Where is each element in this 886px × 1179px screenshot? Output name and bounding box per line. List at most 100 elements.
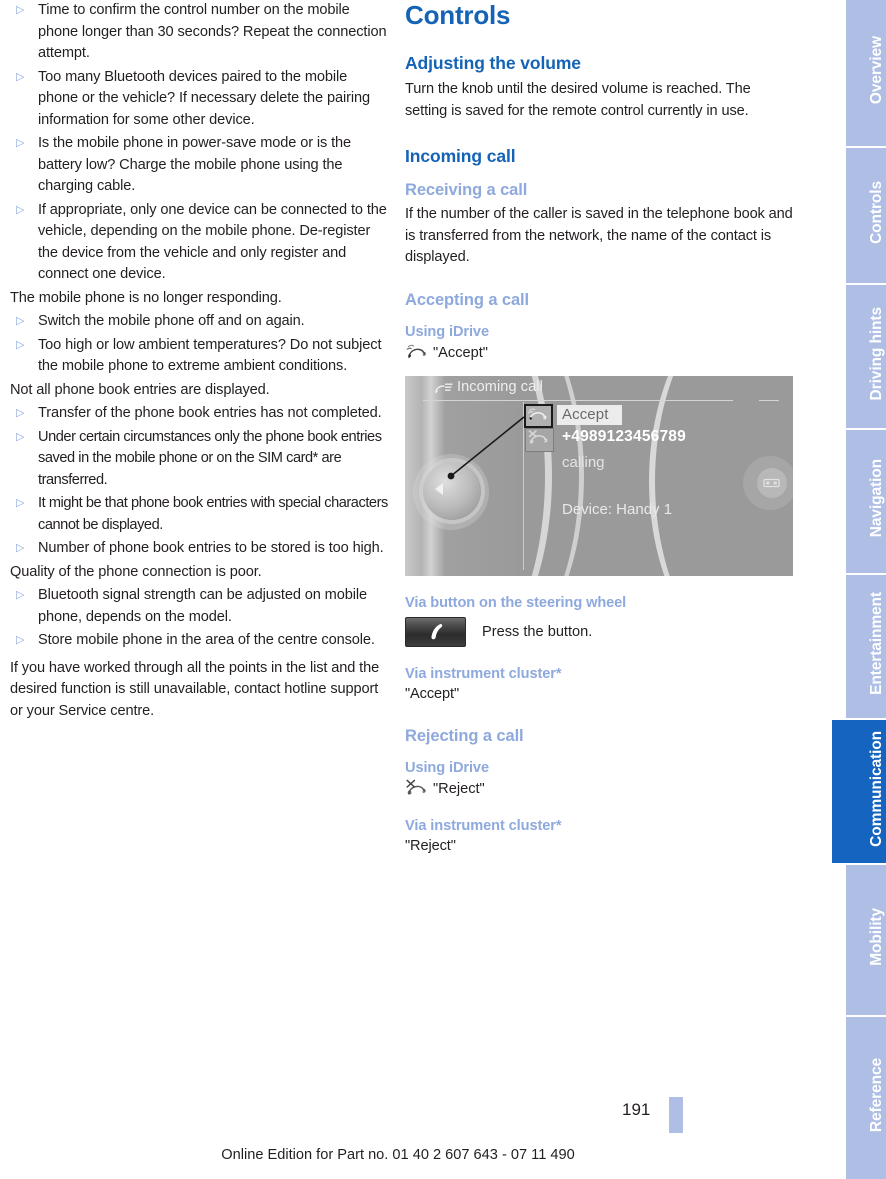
list-item-text: Number of phone book entries to be store… <box>38 540 384 556</box>
idrive-accept-label: "Accept" <box>433 344 488 361</box>
list-item-text: Bluetooth signal strength can be adjuste… <box>38 587 367 625</box>
list-item: ▷ If appropriate, only one device can be… <box>10 200 388 286</box>
sidebar-tab-label: Mobility <box>868 908 885 966</box>
paragraph: Quality of the phone connection is poor. <box>10 563 262 580</box>
sidebar-tab-controls[interactable]: Controls <box>846 148 886 283</box>
idrive-reject-label: "Reject" <box>433 781 485 797</box>
triangle-bullet-icon: ▷ <box>16 589 25 601</box>
list-item-text: Store mobile phone in the area of the ce… <box>38 632 375 648</box>
subsection-heading-accepting-a-call: Accepting a call <box>405 290 530 309</box>
right-text-column: Controls Adjusting the volume Turn the k… <box>405 0 795 860</box>
paragraph: If the number of the caller is saved in … <box>405 206 793 265</box>
figure-accept-button[interactable]: Accept <box>557 404 623 425</box>
phone-reject-icon <box>405 779 427 799</box>
subsection-heading-instrument-cluster-accept: Via instrument cluster* <box>405 665 562 682</box>
figure-phone-reject-icon[interactable] <box>525 427 554 452</box>
section-heading-incoming-call: Incoming call <box>405 146 516 166</box>
list-item: ▷ It might be that phone book entries wi… <box>10 493 388 536</box>
triangle-bullet-icon: ▷ <box>16 4 25 16</box>
list-item: ▷ Too many Bluetooth devices paired to t… <box>10 67 388 132</box>
subsection-heading-rejecting-a-call: Rejecting a call <box>405 727 524 745</box>
paragraph: Not all phone book entries are displayed… <box>10 381 270 398</box>
list-item-text: Is the mobile phone in power-save mode o… <box>38 135 352 194</box>
sidebar-tab-label: Communication <box>868 730 885 847</box>
list-item: ▷ Is the mobile phone in power-save mode… <box>10 133 388 198</box>
triangle-bullet-icon: ▷ <box>16 315 25 327</box>
steering-wheel-instruction-text: Press the button. <box>482 623 593 640</box>
triangle-bullet-icon: ▷ <box>16 407 25 419</box>
triangle-bullet-icon: ▷ <box>16 542 25 554</box>
left-text-column: ▷ Time to confirm the control number on … <box>10 0 388 724</box>
triangle-bullet-icon: ▷ <box>16 430 25 443</box>
sidebar-tab-label: Reference <box>868 1057 885 1133</box>
sidebar-tab-reference[interactable]: Reference <box>846 1017 886 1179</box>
list-item-text: Time to confirm the control number on th… <box>38 2 387 61</box>
idrive-accept-instruction: "Accept" <box>405 343 795 363</box>
list-item-text: Transfer of the phone book entries has n… <box>38 405 382 421</box>
list-item: ▷ Too high or low ambient temperatures? … <box>10 335 388 378</box>
footer-edition-note: Online Edition for Part no. 01 40 2 607 … <box>221 1147 575 1163</box>
subsection-heading-instrument-cluster-reject: Via instrument cluster* <box>405 818 562 834</box>
sidebar-tab-label: Overview <box>868 35 885 105</box>
figure-phone-accept-icon[interactable] <box>524 403 553 428</box>
list-item-text: Switch the mobile phone off and on again… <box>38 313 305 329</box>
figure-device-label: Device: Handy 1 <box>562 500 673 518</box>
triangle-bullet-icon: ▷ <box>16 70 25 83</box>
sidebar-tab-overview[interactable]: Overview <box>846 0 886 146</box>
list-item-text: Too high or low ambient temperatures? Do… <box>38 336 382 375</box>
sidebar-tab-entertainment[interactable]: Entertainment <box>846 575 886 718</box>
list-item: ▷ Transfer of the phone book entries has… <box>10 403 388 425</box>
triangle-bullet-icon: ▷ <box>16 338 25 351</box>
subsection-heading-receiving-a-call: Receiving a call <box>405 181 528 199</box>
list-item-text: Under certain circumstances only the pho… <box>38 428 382 488</box>
list-item-text: It might be that phone book entries with… <box>38 495 388 533</box>
idrive-reject-instruction: "Reject" <box>405 779 795 799</box>
call-waves-icon <box>433 380 455 403</box>
list-item: ▷ Under certain circumstances only the p… <box>10 427 388 492</box>
page-number: 191 <box>622 1100 651 1119</box>
figure-call-status: calling <box>562 453 605 471</box>
paragraph: The mobile phone is no longer responding… <box>10 289 282 306</box>
list-item: ▷ Time to confirm the control number on … <box>10 0 388 65</box>
figure-divider-line <box>423 399 733 401</box>
figure-divider-line-right <box>759 399 779 401</box>
steering-wheel-instruction: Press the button. <box>405 616 795 647</box>
instrument-cluster-accept-label: "Accept" <box>405 685 460 702</box>
triangle-bullet-icon: ▷ <box>16 497 25 509</box>
list-item: ▷ Bluetooth signal strength can be adjus… <box>10 585 388 628</box>
sidebar-tab-label: Driving hints <box>868 306 885 401</box>
phone-accept-icon <box>405 343 427 363</box>
chapter-title: Controls <box>405 0 511 30</box>
idrive-screen-figure: Incoming call Accept +4989123456789 call… <box>405 375 793 576</box>
figure-idrive-controller-knob[interactable] <box>423 461 481 520</box>
subsection-heading-steering-wheel: Via button on the steering wheel <box>405 594 627 611</box>
triangle-bullet-icon: ▷ <box>16 137 25 149</box>
sidebar-tab-mobility[interactable]: Mobility <box>846 865 886 1015</box>
figure-phone-number: +4989123456789 <box>562 427 686 445</box>
sidebar-tab-label: Navigation <box>868 459 885 538</box>
subsection-heading-using-idrive-reject: Using iDrive <box>405 760 489 776</box>
sidebar-tab-label: Entertainment <box>868 592 885 695</box>
sidebar-tab-communication[interactable]: Communication <box>832 720 886 863</box>
figure-title: Incoming call <box>457 378 543 395</box>
figure-display-toggle-icon[interactable] <box>757 467 787 498</box>
instrument-cluster-reject-label: "Reject" <box>405 838 456 854</box>
list-item: ▷ Store mobile phone in the area of the … <box>10 630 388 652</box>
sidebar-tab-label: Controls <box>868 181 885 244</box>
list-item-text: If appropriate, only one device can be c… <box>38 201 387 283</box>
paragraph: Turn the knob until the desired volume i… <box>405 81 751 119</box>
section-heading-adjusting-volume: Adjusting the volume <box>405 53 581 73</box>
chapter-tab-sidebar: Overview Controls Driving hints Navigati… <box>800 0 886 1179</box>
list-item: ▷ Switch the mobile phone off and on aga… <box>10 311 388 333</box>
list-item: ▷ Number of phone book entries to be sto… <box>10 538 388 560</box>
triangle-bullet-icon: ▷ <box>16 203 25 216</box>
subsection-heading-using-idrive-accept: Using iDrive <box>405 323 489 340</box>
list-item-text: Too many Bluetooth devices paired to the… <box>38 68 370 128</box>
manual-page: ▷ Time to confirm the control number on … <box>0 0 886 1179</box>
page-number-bar <box>669 1097 683 1133</box>
sidebar-tab-navigation[interactable]: Navigation <box>846 430 886 573</box>
paragraph: If you have worked through all the point… <box>10 659 380 719</box>
sidebar-tab-driving-hints[interactable]: Driving hints <box>846 285 886 428</box>
phone-handset-button-icon[interactable] <box>405 616 466 647</box>
triangle-bullet-icon: ▷ <box>16 634 25 646</box>
